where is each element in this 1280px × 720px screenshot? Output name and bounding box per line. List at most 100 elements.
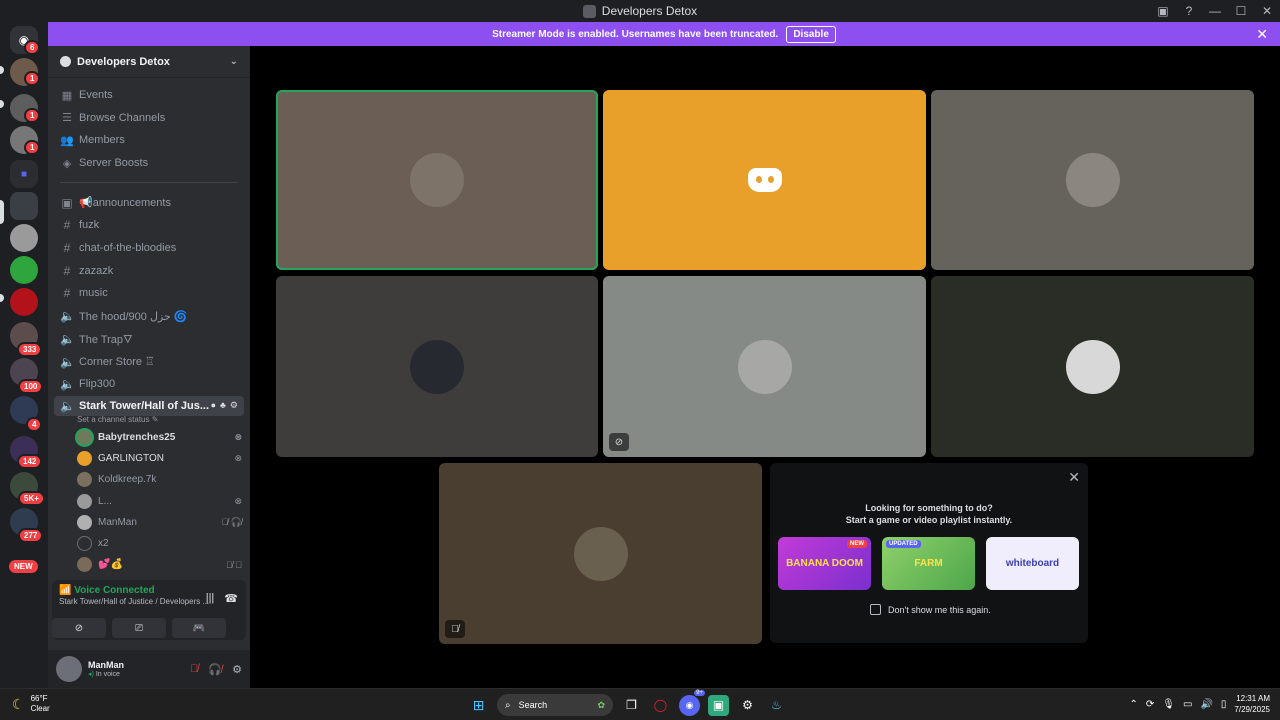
- sync-icon[interactable]: ⟳: [1146, 699, 1154, 710]
- channel-corner-store[interactable]: 🔈 Corner Store ♖: [48, 350, 250, 373]
- speaker-icon: 🔈: [60, 309, 75, 324]
- voice-user-name: GARLINGTON: [98, 453, 164, 464]
- unread-pip: [0, 66, 4, 74]
- menu-item-browse-channels[interactable]: ☰ Browse Channels: [48, 107, 250, 130]
- opera-icon[interactable]: ◯: [650, 695, 671, 716]
- participant-avatar: [1065, 153, 1120, 207]
- channel-music[interactable]: # music: [48, 282, 250, 305]
- taskbar-search[interactable]: ⌕ Search ✿: [497, 694, 613, 716]
- voice-user[interactable]: 💕💰 🎙̸ ⏵: [48, 554, 250, 575]
- screen-share-button[interactable]: ⎚: [112, 618, 166, 638]
- channel-the-trap[interactable]: 🔈 The Trap🜄: [48, 328, 250, 351]
- avatar[interactable]: [56, 656, 82, 682]
- dont-show-checkbox[interactable]: [870, 604, 881, 615]
- channel-announcements[interactable]: ▣ 📢announcements: [48, 191, 250, 214]
- activity-card-tag: UPDATED: [886, 540, 921, 548]
- settings-icon[interactable]: ⚙: [230, 400, 238, 411]
- avatar: [77, 536, 92, 552]
- menu-item-server-boosts[interactable]: ◈ Server Boosts: [48, 152, 250, 175]
- mute-deafen-icons: 🎙̸ 🎧̸: [221, 516, 242, 527]
- chat-bubble-icon[interactable]: ●: [211, 400, 216, 411]
- start-button[interactable]: ⊞: [468, 695, 489, 716]
- guild-icon[interactable]: [10, 256, 38, 284]
- menu-item-events[interactable]: ▦ Events: [48, 84, 250, 107]
- participant-tile[interactable]: [931, 276, 1254, 457]
- participant-tile[interactable]: [276, 276, 598, 457]
- activity-card[interactable]: BANANA DOOM NEW: [778, 537, 871, 590]
- network-icon[interactable]: ▭: [1183, 699, 1192, 710]
- user-settings-icon[interactable]: ⚙: [232, 663, 242, 676]
- clock[interactable]: 12:31 AM 7/29/2025: [1234, 693, 1270, 715]
- camera-off-icon: ⊘: [609, 433, 629, 451]
- mic-muted-icon[interactable]: 🎙̸: [190, 663, 198, 676]
- minimize-button[interactable]: —: [1202, 0, 1228, 22]
- menu-item-members[interactable]: 👥 Members: [48, 129, 250, 152]
- guild-badge: 277: [18, 528, 44, 543]
- microphone-icon[interactable]: 🎙: [1162, 699, 1175, 710]
- voice-user[interactable]: x2: [48, 533, 250, 554]
- members-icon: 👥: [60, 134, 74, 147]
- guild-badge: 1: [24, 71, 41, 86]
- voice-user[interactable]: L... ⊗: [48, 490, 250, 511]
- voice-user[interactable]: Babytrenches25 ⊗: [48, 427, 250, 448]
- activity-card[interactable]: FARM UPDATED: [882, 537, 975, 590]
- guild-icon[interactable]: [10, 288, 38, 316]
- channel-the-hood[interactable]: 🔈 The hood/900 ﺣﺰﻝ 🌀: [48, 305, 250, 328]
- voice-user[interactable]: GARLINGTON ⊗: [48, 448, 250, 469]
- activity-card-title: FARM: [914, 558, 943, 569]
- participant-tile[interactable]: ⊘: [603, 276, 926, 457]
- weather-widget[interactable]: ☾ 66°F Clear: [12, 694, 50, 714]
- close-banner-icon[interactable]: ✕: [1256, 26, 1268, 43]
- steam-icon[interactable]: ♨: [766, 695, 787, 716]
- discord-taskbar-icon[interactable]: ◉ 9+: [679, 689, 705, 716]
- activity-heading: Looking for something to do?: [865, 503, 993, 513]
- close-window-button[interactable]: ✕: [1254, 0, 1280, 22]
- headphones-deafened-icon[interactable]: 🎧̸: [208, 663, 222, 676]
- xbox-app-icon[interactable]: ▣: [708, 694, 729, 716]
- guild-icon[interactable]: [10, 224, 38, 252]
- channel-fuzk[interactable]: # fuzk: [48, 214, 250, 237]
- participant-avatar: [1065, 339, 1120, 394]
- channel-flip300[interactable]: 🔈 Flip300: [48, 373, 250, 396]
- chevron-up-icon[interactable]: ⌃: [1130, 699, 1138, 710]
- settings-app-icon[interactable]: ⚙: [737, 695, 758, 716]
- camera-off-button[interactable]: ⊘: [52, 618, 106, 638]
- channel-stark-tower[interactable]: 🔈 Stark Tower/Hall of Jus... ● ♣ ⚙: [54, 395, 244, 416]
- participant-avatar: [737, 339, 792, 394]
- title-bar: Developers Detox ▣ ? — ☐ ✕: [0, 0, 1280, 22]
- chevron-down-icon[interactable]: ⌄: [230, 56, 238, 67]
- avatar: [77, 451, 92, 466]
- invite-icon[interactable]: ♣: [220, 400, 226, 411]
- activity-card[interactable]: whiteboard: [986, 537, 1079, 590]
- noise-suppression-icon[interactable]: |||: [206, 592, 215, 605]
- volume-icon[interactable]: 🔊: [1200, 699, 1212, 710]
- channel-zazazk[interactable]: # zazazk: [48, 259, 250, 282]
- task-view-icon[interactable]: ❐: [621, 695, 642, 716]
- guild-icon-developers-detox[interactable]: [10, 192, 38, 220]
- disconnect-icon[interactable]: ☎: [224, 592, 238, 605]
- inbox-icon[interactable]: ▣: [1150, 0, 1176, 22]
- maximize-button[interactable]: ☐: [1228, 0, 1254, 22]
- battery-icon[interactable]: ▯: [1221, 699, 1227, 710]
- activity-suggestion-panel: ✕ Looking for something to do? Start a g…: [770, 463, 1088, 643]
- voice-user[interactable]: ManMan 🎙̸ 🎧̸: [48, 512, 250, 533]
- announcement-icon: ▣: [61, 195, 73, 210]
- participant-tile[interactable]: [276, 90, 598, 270]
- windows-taskbar: ☾ 66°F Clear ⊞ ⌕ Search ✿ ❐ ◯ ◉ 9+ ▣ ⚙ ♨…: [0, 688, 1280, 720]
- participant-tile[interactable]: [931, 90, 1254, 270]
- help-icon[interactable]: ?: [1176, 0, 1202, 22]
- dont-show-again[interactable]: Don't show me this again.: [870, 604, 991, 615]
- set-channel-status[interactable]: Set a channel status ✎: [48, 415, 250, 427]
- channel-label: 📢announcements: [79, 197, 171, 210]
- channel-chat-of-the-bloodies[interactable]: # chat-of-the-bloodies: [48, 237, 250, 260]
- close-icon[interactable]: ✕: [1068, 469, 1080, 486]
- participant-tile[interactable]: 🎙̸: [439, 463, 762, 644]
- activities-button[interactable]: 🎮: [172, 618, 226, 638]
- dont-show-label: Don't show me this again.: [888, 604, 991, 615]
- participant-tile[interactable]: [603, 90, 926, 270]
- voice-user[interactable]: Koldkreep.7k: [48, 469, 250, 490]
- disable-streamer-button[interactable]: Disable: [786, 25, 836, 43]
- server-header[interactable]: Developers Detox ⌄: [48, 46, 250, 78]
- channel-label: The hood/900 ﺣﺰﻝ 🌀: [79, 310, 188, 323]
- folder-icon[interactable]: ■: [10, 160, 38, 188]
